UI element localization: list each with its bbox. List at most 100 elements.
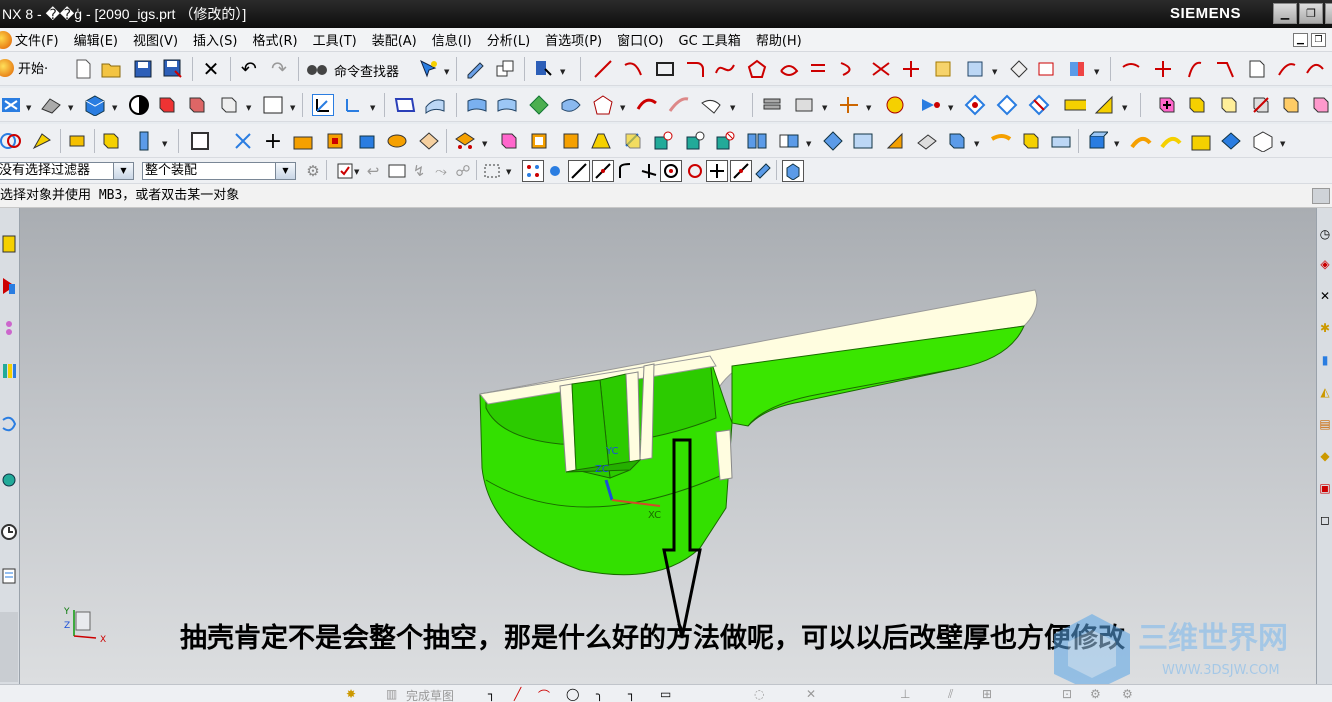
snap-endpoint-icon[interactable] bbox=[568, 160, 590, 182]
snap-quadrant-icon[interactable] bbox=[684, 160, 706, 182]
cone-icon[interactable] bbox=[386, 130, 408, 152]
mesh-surface-icon[interactable] bbox=[496, 94, 518, 116]
rectangle-select-icon[interactable] bbox=[482, 160, 504, 182]
menu-file[interactable]: 文件(F) bbox=[15, 30, 59, 49]
helix-icon[interactable] bbox=[1184, 58, 1206, 80]
snap-control-icon[interactable] bbox=[614, 160, 636, 182]
subtract-icon[interactable] bbox=[1186, 94, 1208, 116]
layer-settings-icon[interactable] bbox=[762, 94, 784, 116]
unite-icon[interactable] bbox=[1156, 94, 1178, 116]
sketch-offset-icon[interactable]: ◌ bbox=[754, 687, 764, 701]
snap-point-on-face-icon[interactable] bbox=[752, 160, 774, 182]
menu-tools[interactable]: 工具(T) bbox=[313, 30, 357, 49]
menu-help[interactable]: 帮助(H) bbox=[756, 30, 802, 49]
sphere-icon[interactable] bbox=[418, 130, 440, 152]
redo-icon[interactable]: ↷ bbox=[268, 58, 290, 80]
vertex-2-icon[interactable] bbox=[996, 94, 1018, 116]
synchronous-icon[interactable] bbox=[1086, 130, 1108, 152]
face-curve-2-icon[interactable] bbox=[1160, 130, 1182, 152]
properties-icon[interactable] bbox=[532, 58, 554, 80]
snap-center-icon[interactable] bbox=[660, 160, 682, 182]
offset-3d-icon[interactable] bbox=[1304, 58, 1326, 80]
mirror-curve-icon[interactable] bbox=[1008, 58, 1030, 80]
line-icon[interactable] bbox=[592, 58, 614, 80]
extract-curve-icon[interactable] bbox=[1036, 58, 1058, 80]
menu-information[interactable]: 信息(I) bbox=[432, 30, 472, 49]
finish-sketch-label[interactable]: 完成草图 bbox=[406, 687, 454, 702]
binoculars-icon[interactable] bbox=[306, 58, 328, 80]
thicken-icon[interactable] bbox=[684, 130, 706, 152]
edit-object-icon[interactable] bbox=[464, 58, 486, 80]
snap-bounded-grid-icon[interactable] bbox=[782, 160, 804, 182]
chevron-down-icon[interactable]: ▼ bbox=[113, 163, 133, 179]
feature-rule-icon[interactable]: ↩ bbox=[362, 160, 384, 182]
taper-icon[interactable] bbox=[590, 130, 612, 152]
sketch-icon[interactable] bbox=[0, 130, 22, 152]
split-body-icon[interactable] bbox=[1280, 94, 1302, 116]
right-tool-1-icon[interactable]: ◷ bbox=[1317, 222, 1332, 246]
law-curve-icon[interactable] bbox=[1276, 58, 1298, 80]
intersect-icon[interactable] bbox=[1218, 94, 1240, 116]
revolve-icon[interactable] bbox=[66, 130, 88, 152]
type-filter-dropdown[interactable]: 没有选择过滤器 ▼ bbox=[0, 162, 134, 180]
sketch-dimension-icon[interactable]: ⫽ bbox=[948, 687, 953, 702]
sketch-arc-icon[interactable]: ⌒ bbox=[538, 687, 550, 702]
minimize-button[interactable]: ▁ bbox=[1273, 3, 1297, 24]
face-blend-2-icon[interactable] bbox=[1190, 130, 1212, 152]
filter-settings-icon[interactable]: ⚙ bbox=[302, 160, 324, 182]
menu-window[interactable]: 窗口(O) bbox=[617, 30, 663, 49]
face-blend-icon[interactable] bbox=[700, 94, 722, 116]
measure-angle-icon[interactable] bbox=[1094, 94, 1116, 116]
instance-feature-icon[interactable] bbox=[778, 130, 800, 152]
right-tool-9-icon[interactable]: ▣ bbox=[1317, 476, 1332, 500]
assembly-navigator-icon[interactable] bbox=[0, 232, 18, 256]
datum-csys-icon[interactable] bbox=[342, 94, 364, 116]
vertex-3-icon[interactable] bbox=[1028, 94, 1050, 116]
sketch-rectangle-icon[interactable]: ▭ bbox=[660, 687, 671, 701]
move-to-layer-icon[interactable] bbox=[794, 94, 816, 116]
sketch-trim-icon[interactable]: ✕ bbox=[806, 687, 816, 701]
menu-gc-toolkit[interactable]: GC 工具箱 bbox=[679, 30, 741, 49]
chamfer-icon[interactable] bbox=[498, 130, 520, 152]
vertex-icon[interactable] bbox=[964, 94, 986, 116]
menu-format[interactable]: 格式(R) bbox=[252, 30, 297, 49]
datum-axis-icon[interactable] bbox=[232, 130, 254, 152]
right-tool-10-icon[interactable]: ◻ bbox=[1317, 508, 1332, 532]
hidden-edge-icon[interactable] bbox=[186, 94, 208, 116]
close-button[interactable] bbox=[1325, 3, 1332, 24]
hd3d-tools-icon[interactable] bbox=[0, 412, 18, 436]
intersection-curve-icon[interactable] bbox=[1066, 58, 1088, 80]
patch-body-icon[interactable] bbox=[1310, 94, 1332, 116]
sketch-task-icon[interactable]: ✸ bbox=[346, 687, 356, 701]
studio-surface-icon[interactable] bbox=[560, 94, 582, 116]
background-icon[interactable] bbox=[262, 94, 284, 116]
extrude-icon[interactable] bbox=[30, 130, 52, 152]
shell-icon[interactable] bbox=[528, 130, 550, 152]
offset-face-icon[interactable] bbox=[622, 130, 644, 152]
scale-body-icon[interactable] bbox=[652, 130, 674, 152]
right-tool-3-icon[interactable]: ✕ bbox=[1317, 284, 1332, 308]
bridge-curve-icon[interactable] bbox=[838, 58, 860, 80]
fillet-icon[interactable] bbox=[684, 58, 706, 80]
right-tool-8-icon[interactable]: ◆ bbox=[1317, 444, 1332, 468]
doc-minimize-button[interactable]: ▁ bbox=[1293, 33, 1308, 47]
polygon-icon[interactable] bbox=[746, 58, 768, 80]
restore-button[interactable]: ❐ bbox=[1299, 3, 1323, 24]
sketch-display-icon[interactable]: ⊡ bbox=[1062, 687, 1072, 701]
start-button[interactable]: 开始· bbox=[0, 58, 48, 77]
select-face-icon[interactable]: ☍ bbox=[452, 160, 474, 182]
undo-icon[interactable]: ↶ bbox=[238, 58, 260, 80]
move-face-icon[interactable] bbox=[1020, 130, 1042, 152]
menu-edit[interactable]: 编辑(E) bbox=[74, 30, 118, 49]
styled-sweep-icon[interactable] bbox=[636, 94, 658, 116]
mirror-body-icon[interactable] bbox=[852, 130, 874, 152]
styled-blend-icon[interactable] bbox=[668, 94, 690, 116]
point-set-icon[interactable]: + bbox=[262, 129, 284, 154]
chevron-down-icon[interactable]: ▼ bbox=[275, 163, 295, 179]
new-file-icon[interactable] bbox=[72, 58, 94, 80]
mirror-feature-icon[interactable] bbox=[822, 130, 844, 152]
fit-view-icon[interactable] bbox=[0, 94, 22, 116]
menu-analysis[interactable]: 分析(L) bbox=[487, 30, 530, 49]
through-curves-icon[interactable] bbox=[424, 94, 446, 116]
resource-scroll[interactable] bbox=[0, 612, 18, 682]
